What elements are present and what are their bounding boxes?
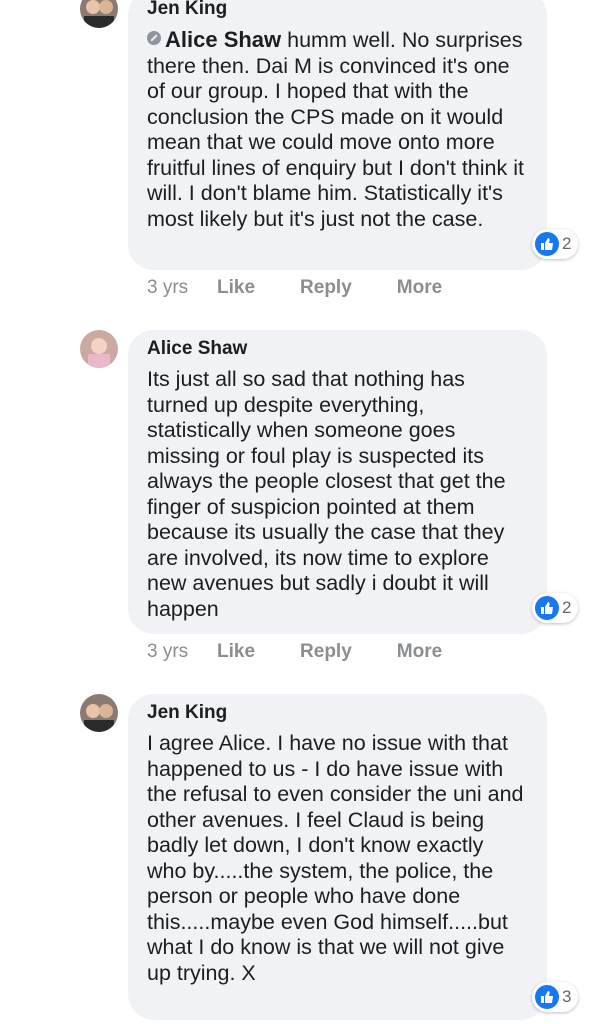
comment-author[interactable]: Jen King	[147, 702, 525, 724]
avatar[interactable]	[80, 694, 118, 732]
mention-link[interactable]: Alice Shaw	[165, 27, 281, 52]
like-button[interactable]: Like	[217, 277, 255, 299]
reply-button[interactable]: Reply	[300, 641, 352, 663]
timestamp[interactable]: 3 yrs	[147, 641, 217, 663]
reaction-badge[interactable]: 2	[532, 229, 578, 259]
reply-button[interactable]: Reply	[300, 277, 352, 299]
comment-text: Alice Shaw humm well. No surprises there…	[147, 27, 524, 231]
reaction-badge[interactable]: 2	[532, 593, 578, 623]
comment-bubble: Jen King Alice Shaw humm well. No surpri…	[128, 0, 547, 270]
more-button[interactable]: More	[397, 641, 442, 663]
comment-bubble: Alice Shaw Its just all so sad that noth…	[128, 330, 547, 634]
like-icon	[535, 232, 559, 256]
reaction-count: 2	[562, 598, 572, 617]
comment-author[interactable]: Alice Shaw	[147, 338, 525, 360]
like-icon	[535, 985, 559, 1009]
avatar[interactable]	[80, 0, 118, 28]
reaction-count: 2	[562, 234, 572, 253]
comment-text: Its just all so sad that nothing has tur…	[147, 367, 506, 621]
more-button[interactable]: More	[397, 277, 442, 299]
comment-author[interactable]: Jen King	[147, 0, 525, 20]
comment-text: I agree Alice. I have no issue with that…	[147, 731, 524, 985]
timestamp[interactable]: 3 yrs	[147, 277, 217, 299]
reaction-badge[interactable]: 3	[532, 982, 578, 1012]
avatar[interactable]	[80, 330, 118, 368]
mention-icon	[147, 31, 161, 45]
like-icon	[535, 596, 559, 620]
like-button[interactable]: Like	[217, 641, 255, 663]
reaction-count: 3	[562, 987, 572, 1006]
comment-actions: 3 yrs Like Reply More	[147, 277, 487, 299]
comment-actions: 3 yrs Like Reply More	[147, 641, 487, 663]
comment-bubble: Jen King I agree Alice. I have no issue …	[128, 694, 547, 1020]
